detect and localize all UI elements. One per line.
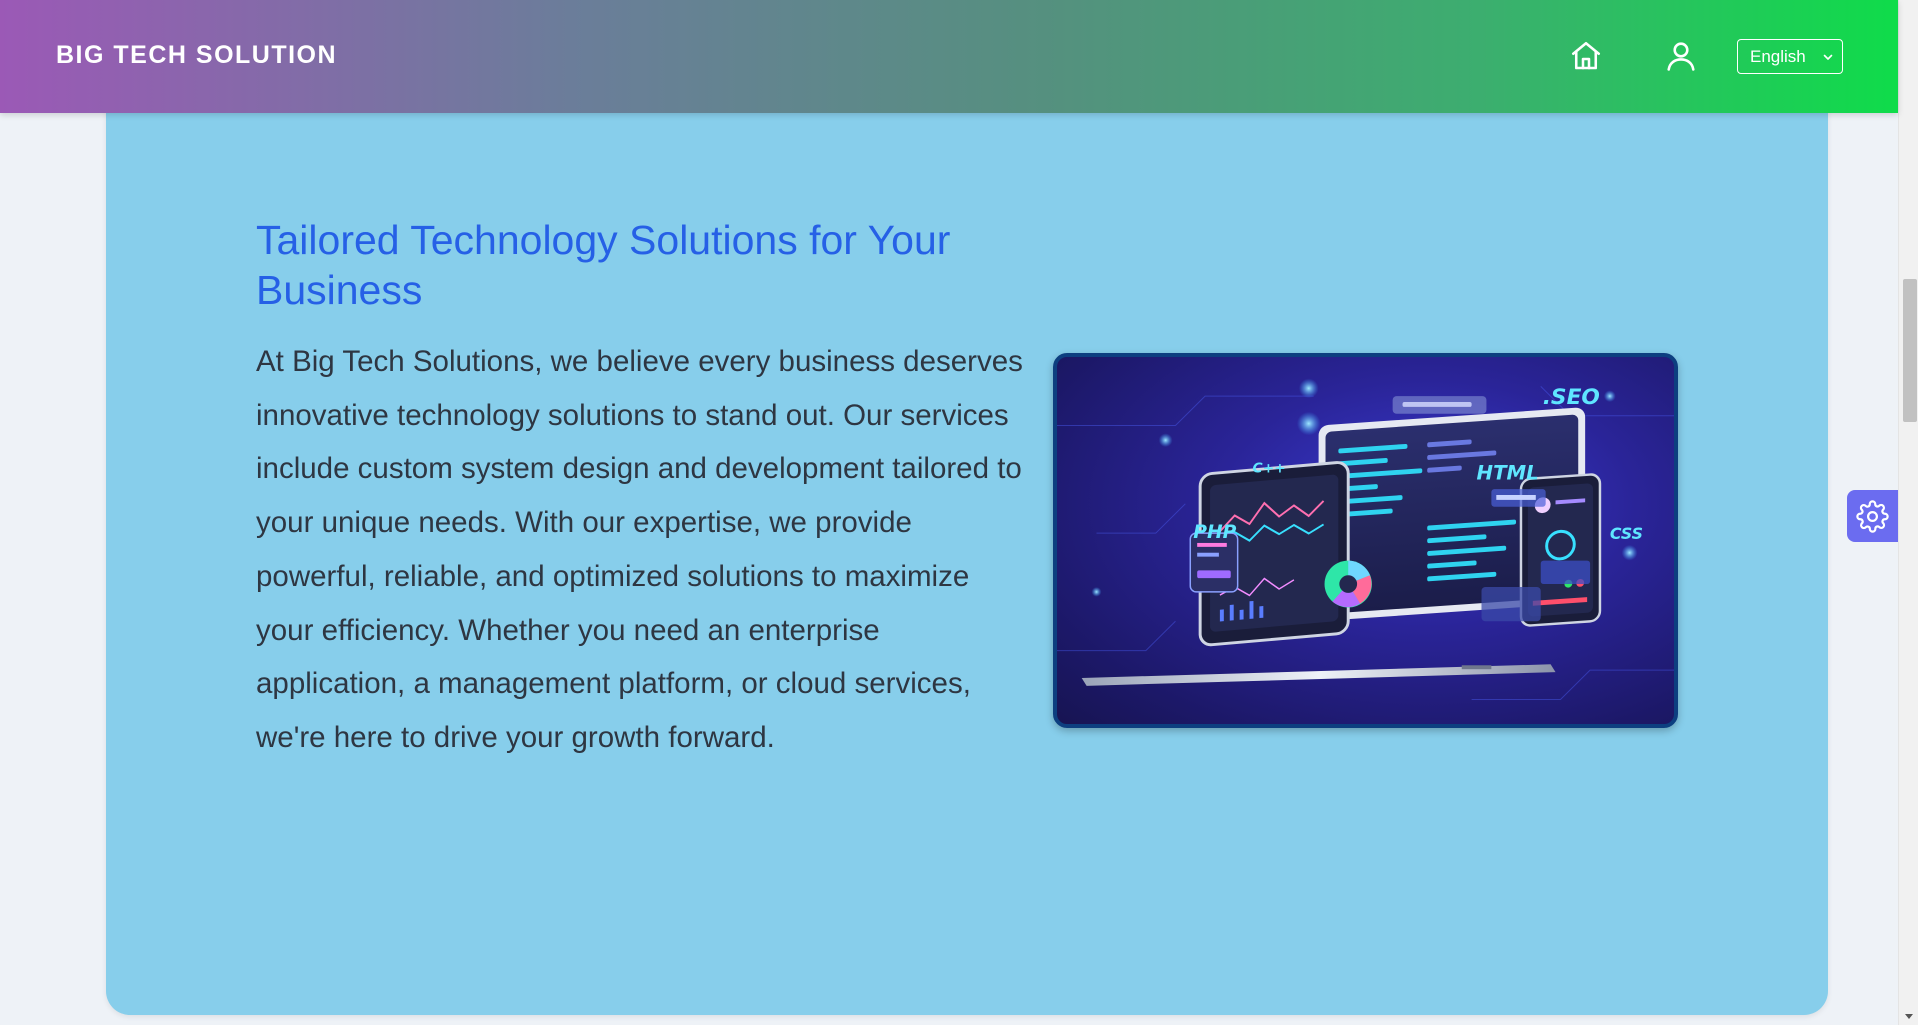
cpp-label: C++: [1252, 461, 1285, 477]
language-select[interactable]: English: [1737, 39, 1843, 74]
scrollbar-thumb[interactable]: [1903, 279, 1917, 422]
section-title: Tailored Technology Solutions for Your B…: [256, 217, 951, 313]
language-selected-value: English: [1750, 47, 1806, 66]
settings-button[interactable]: [1847, 490, 1898, 542]
gear-icon: [1856, 500, 1889, 533]
php-label: PHP: [1193, 522, 1236, 543]
brand-logo[interactable]: BIG TECH SOLUTION: [56, 41, 337, 70]
user-icon[interactable]: [1663, 38, 1699, 74]
css-label: CSS: [1610, 524, 1643, 543]
scroll-down-arrow-icon[interactable]: [1904, 1013, 1914, 1021]
page: BIG TECH SOLUTION English Tailored Techn…: [0, 0, 1918, 1025]
section-description: At Big Tech Solutions, we believe every …: [256, 345, 1023, 754]
chevron-down-icon: [1822, 51, 1834, 63]
seo-label: .SEO: [1543, 385, 1600, 410]
html-label: HTML: [1477, 461, 1539, 484]
vertical-scrollbar[interactable]: [1898, 0, 1918, 1025]
top-navbar: BIG TECH SOLUTION English: [0, 0, 1898, 113]
tech-devices-illustration: .SEO C++ HTML PHP CSS: [1053, 353, 1678, 728]
home-icon[interactable]: [1568, 38, 1604, 74]
